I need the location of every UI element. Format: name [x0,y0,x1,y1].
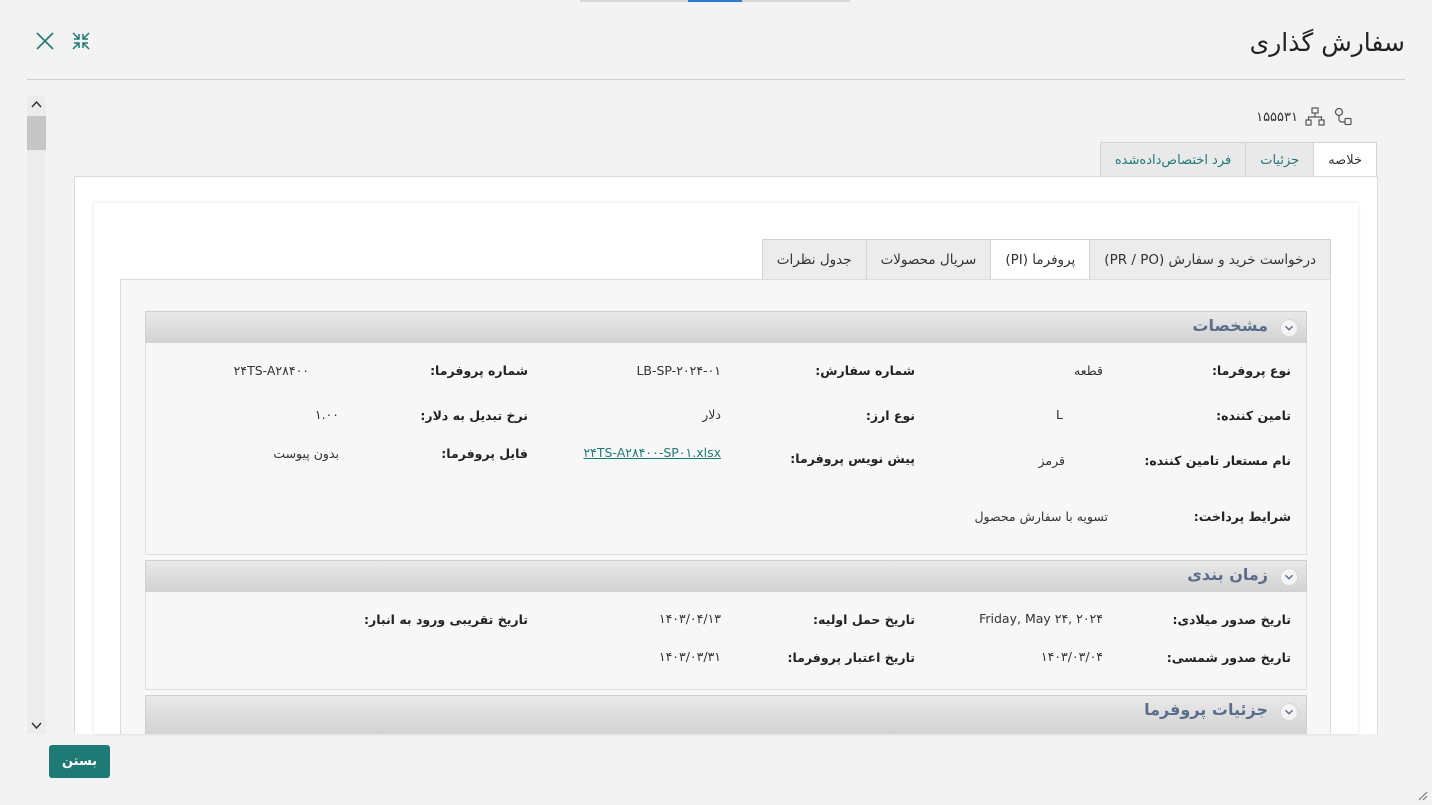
supplier-value: L [1056,407,1063,422]
timing-section-header[interactable]: زمان بندی [145,560,1307,592]
header-divider [27,79,1405,80]
supplier-alias-label: نام مستعار تامین کننده: [1144,453,1291,468]
timing-section-body [145,592,1307,690]
resize-handle-icon[interactable] [1418,791,1428,801]
scroll-up-icon[interactable] [27,96,46,114]
pi-file-label: فایل پروفرما: [441,446,528,461]
record-header: ۱۵۵۵۳۱ [1256,106,1354,128]
main-tabs: خلاصه جزئیات فرد اختصاص‌داده‌شده [1099,142,1377,177]
pi-draft-label: پیش نویس پروفرما: [790,451,915,466]
specs-section-header[interactable]: مشخصات [145,311,1307,343]
pi-no-label: شماره پروفرما: [430,363,528,378]
supplier-alias-value: قرمز [1038,453,1065,468]
order-no-label: شماره سفارش: [815,363,915,378]
order-no-value: LB-SP-۲۰۲۴-۰۱ [636,363,721,378]
pi-type-label: نوع پروفرما: [1211,363,1291,378]
issue-date-shamsi-value: ۱۴۰۳/۰۳/۰۴ [1040,649,1103,664]
warehouse-arrival-label: تاریخ تقریبی ورود به انبار: [364,612,528,627]
collapse-icon[interactable] [70,30,92,52]
specs-section-title: مشخصات [1192,316,1268,335]
issue-date-shamsi-label: تاریخ صدور شمسی: [1166,650,1291,665]
close-button[interactable]: بستن [49,745,110,778]
currency-label: نوع ارز: [865,408,915,423]
rate-label: نرخ تبدیل به دلار: [420,408,528,423]
tab-details[interactable]: جزئیات [1245,142,1315,177]
timing-section-title: زمان بندی [1187,565,1268,584]
issue-date-gregorian-label: تاریخ صدور میلادی: [1172,612,1291,627]
pi-validity-date-label: تاریخ اعتبار پروفرما: [787,650,915,665]
pi-validity-date-value: ۱۴۰۳/۰۳/۳۱ [658,649,721,664]
dialog-title: سفارش گذاری [1249,28,1405,57]
tab-proforma[interactable]: پروفرما (PI) [990,239,1091,280]
payment-terms-value: تسویه با سفارش محصول [974,509,1108,524]
chevron-down-icon[interactable] [1280,568,1298,586]
first-shipment-date-value: ۱۴۰۳/۰۴/۱۳ [658,611,721,626]
pi-no-value: ۲۴TS-A۲۸۴۰۰ [233,363,309,378]
tab-pr-po[interactable]: درخواست خرید و سفارش (PR / PO) [1089,239,1331,280]
tab-assignee[interactable]: فرد اختصاص‌داده‌شده [1099,142,1247,177]
close-icon[interactable] [34,30,56,52]
tab-summary[interactable]: خلاصه [1313,142,1377,177]
payment-terms-label: شرایط پرداخت: [1193,509,1291,524]
chevron-down-icon[interactable] [1280,319,1298,337]
sub-tabs: درخواست خرید و سفارش (PR / PO) پروفرما (… [761,239,1331,280]
tab-comments[interactable]: جدول نظرات [761,239,867,280]
currency-value: دلار [702,407,721,422]
dialog-header: سفارش گذاری [0,0,1432,80]
supplier-label: تامین کننده: [1216,408,1291,423]
pi-type-value: قطعه [1074,363,1103,378]
pi-details-section-title: جزئیات پروفرما [1144,700,1268,719]
scroll-thumb[interactable] [27,116,46,150]
scroll-down-icon[interactable] [27,716,46,734]
pi-draft-link[interactable]: ۲۴TS-A۲۸۴۰۰-SP۰۱.xlsx [583,445,721,460]
pi-details-section-header[interactable]: جزئیات پروفرما [145,695,1307,734]
chevron-down-icon[interactable] [1280,703,1298,721]
vertical-scrollbar[interactable] [27,96,46,734]
hierarchy-icon[interactable] [1304,106,1326,128]
workflow-icon[interactable] [1332,106,1354,128]
rate-value: ۱.۰۰ [314,407,339,422]
issue-date-gregorian-value: Friday, May ۲۴, ۲۰۲۴ [979,611,1103,626]
record-id: ۱۵۵۵۳۱ [1256,109,1298,125]
first-shipment-date-label: تاریخ حمل اولیه: [813,612,915,627]
pi-file-value: بدون پیوست [273,446,339,461]
tab-product-serials[interactable]: سریال محصولات [865,239,992,280]
